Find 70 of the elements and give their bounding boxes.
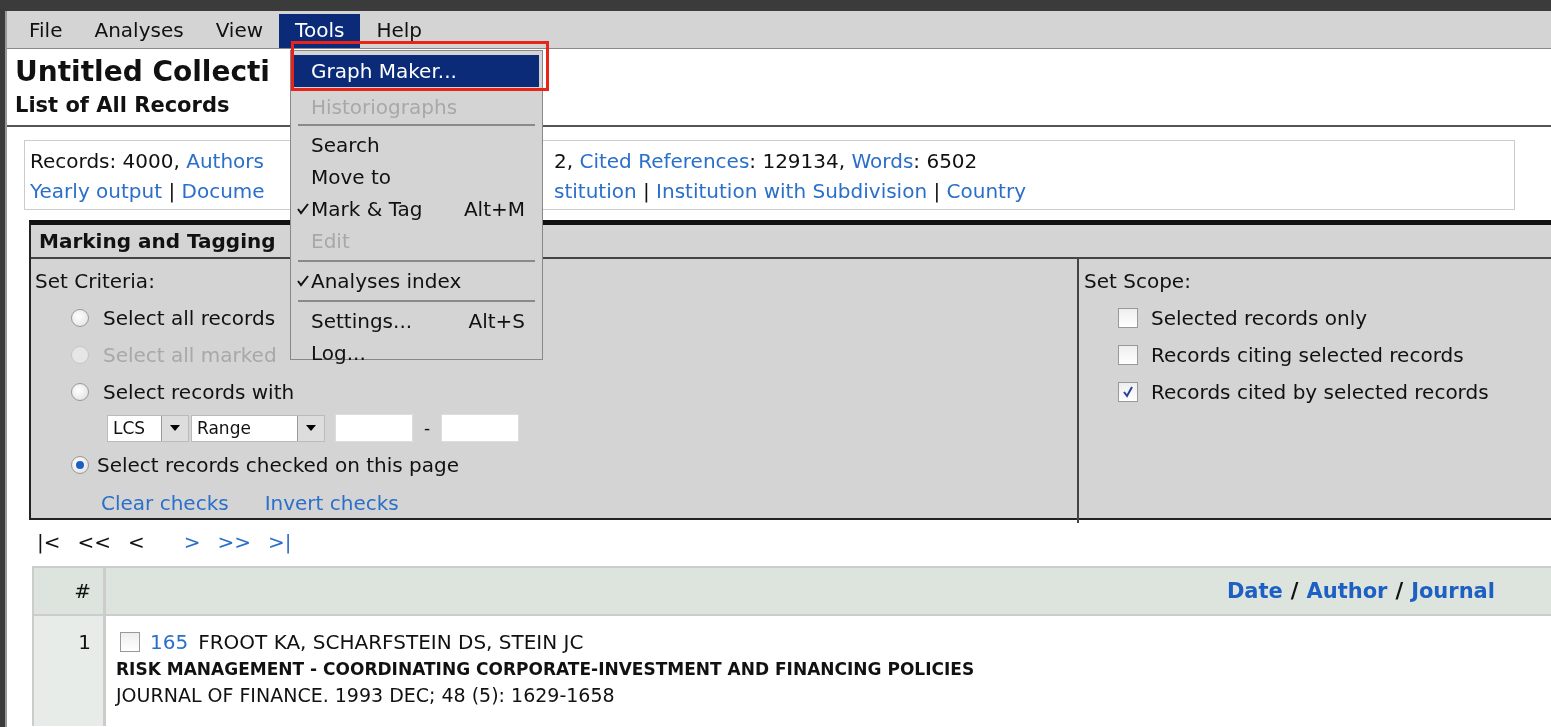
radio-button[interactable]: [71, 382, 89, 401]
menu-item[interactable]: Log...: [294, 337, 539, 369]
collection-title: Untitled Collecti: [15, 54, 270, 90]
sort-separator: /: [1290, 579, 1299, 603]
record-authors: FROOT KA, SCHARFSTEIN DS, STEIN JC: [198, 629, 584, 656]
menu-item[interactable]: Search: [294, 129, 539, 161]
info-link[interactable]: Institution with Subdivision: [656, 179, 928, 203]
menu-item[interactable]: Graph Maker...: [294, 55, 539, 87]
panel-title: Marking and Tagging: [39, 229, 276, 253]
checkbox-label: Records citing selected records: [1151, 342, 1464, 367]
record-source: JOURNAL OF FINANCE. 1993 DEC; 48 (5): 1629-1658: [116, 683, 616, 708]
menu-item[interactable]: Analyses index: [294, 265, 539, 297]
range-from-field[interactable]: [335, 414, 413, 442]
page-nav-link[interactable]: <: [128, 530, 145, 560]
checkbox[interactable]: [1118, 307, 1138, 328]
info-text: 2,: [554, 149, 575, 173]
check-action-link[interactable]: Invert checks: [264, 483, 399, 523]
sort-link[interactable]: Author: [1306, 579, 1388, 603]
page-nav-link[interactable]: |<: [37, 530, 61, 560]
menu-item[interactable]: Analyses: [78, 14, 200, 48]
info-text: Records: 4000,: [30, 149, 181, 173]
info-text: : 129134,: [749, 149, 847, 173]
menu-item[interactable]: Settings... Alt+S: [294, 305, 539, 337]
checkbox-label: Selected records only: [1151, 305, 1368, 330]
menu-item[interactable]: File: [13, 14, 79, 48]
menu-item[interactable]: Mark & Tag Alt+M: [294, 193, 539, 225]
menu-item[interactable]: Move to: [294, 161, 539, 193]
checkbox-label: Records cited by selected records: [1151, 379, 1489, 404]
scope-label: Set Scope:: [1084, 268, 1191, 295]
field-dropdown[interactable]: LCS: [107, 414, 189, 442]
info-link[interactable]: Country: [946, 179, 1026, 203]
info-link[interactable]: stitution: [554, 179, 637, 203]
menu-item[interactable]: Help: [360, 14, 438, 48]
info-link[interactable]: Cited References: [579, 149, 750, 173]
radio-label: Select records checked on this page: [97, 452, 459, 477]
page-nav-link[interactable]: >>: [217, 530, 252, 560]
page-nav-link[interactable]: <<: [77, 530, 111, 560]
info-text: : 6502: [913, 149, 978, 173]
radio-label: Select all records: [103, 305, 276, 330]
sort-link[interactable]: Journal: [1411, 579, 1495, 603]
info-text: |: [932, 179, 942, 203]
range-separator: -: [424, 418, 431, 438]
radio-label: Select records with: [103, 379, 295, 404]
checkbox[interactable]: [1118, 381, 1138, 402]
sort-separator: /: [1395, 579, 1404, 603]
checkbox[interactable]: [1118, 344, 1138, 365]
menu-item[interactable]: Tools: [279, 14, 361, 48]
menu-item[interactable]: View: [199, 14, 280, 48]
row-number: 1: [78, 630, 91, 656]
page-nav-link[interactable]: >: [183, 530, 201, 560]
info-link[interactable]: Authors: [186, 149, 264, 173]
info-link[interactable]: Words: [851, 149, 914, 173]
page-nav-link[interactable]: >|: [268, 530, 292, 560]
radio-button[interactable]: [71, 455, 89, 474]
range-to-field[interactable]: [441, 414, 520, 442]
list-heading: List of All Records: [15, 92, 230, 119]
sort-link[interactable]: Date: [1226, 579, 1283, 603]
record-title: RISK MANAGEMENT - COORDINATING CORPORATE-INVESTMENT AND FINANCING POLICIES: [116, 658, 975, 681]
info-link[interactable]: Docume: [181, 179, 265, 203]
check-icon: [1121, 384, 1135, 399]
checkbox[interactable]: [120, 632, 140, 652]
info-text: |: [167, 179, 177, 203]
mode-dropdown[interactable]: Range: [191, 414, 325, 442]
citation-count-link[interactable]: 165: [150, 628, 189, 656]
column-header: #: [74, 579, 91, 603]
radio-button[interactable]: [71, 308, 89, 327]
info-link[interactable]: Yearly output: [30, 179, 163, 203]
criteria-label: Set Criteria:: [35, 268, 155, 295]
check-action-link[interactable]: Clear checks: [101, 483, 229, 523]
info-text: |: [642, 179, 651, 203]
